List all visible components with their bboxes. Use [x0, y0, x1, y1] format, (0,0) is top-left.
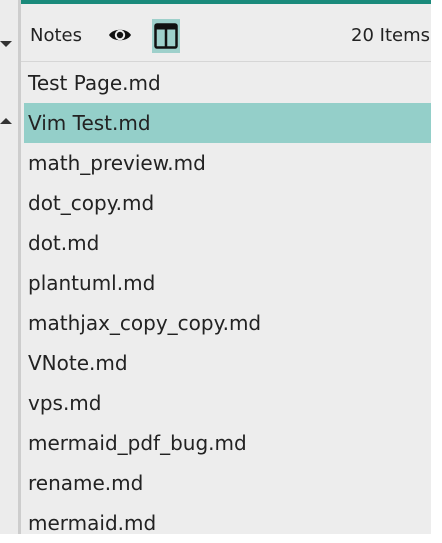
notes-header: Notes 20 Items: [21, 14, 431, 56]
window-edge: [431, 0, 442, 534]
list-item[interactable]: math_preview.md: [24, 143, 431, 183]
list-item[interactable]: dot_copy.md: [24, 183, 431, 223]
note-list: Test Page.md Vim Test.md math_preview.md do…: [24, 63, 431, 543]
list-item[interactable]: dot.md: [24, 223, 431, 263]
view-mode-button[interactable]: [152, 19, 180, 53]
toggle-preview-button[interactable]: [107, 25, 133, 45]
item-count: 20 Items: [351, 25, 430, 46]
list-item[interactable]: mermaid_pdf_bug.md: [24, 423, 431, 463]
side-splitter[interactable]: [0, 0, 21, 534]
panel-accent-bar: [21, 0, 431, 4]
eye-icon: [109, 29, 131, 41]
list-item[interactable]: rename.md: [24, 463, 431, 503]
collapse-down-icon[interactable]: [0, 40, 12, 48]
list-item[interactable]: Test Page.md: [24, 63, 431, 103]
collapse-up-icon[interactable]: [0, 117, 12, 125]
list-item[interactable]: VNote.md: [24, 343, 431, 383]
list-item[interactable]: Vim Test.md: [24, 103, 431, 143]
list-item[interactable]: mermaid.md: [24, 503, 431, 543]
list-item[interactable]: mathjax_copy_copy.md: [24, 303, 431, 343]
notes-title: Notes: [30, 25, 82, 46]
header-divider: [21, 61, 431, 62]
list-item[interactable]: plantuml.md: [24, 263, 431, 303]
split-view-icon: [154, 23, 178, 49]
list-item[interactable]: vps.md: [24, 383, 431, 423]
